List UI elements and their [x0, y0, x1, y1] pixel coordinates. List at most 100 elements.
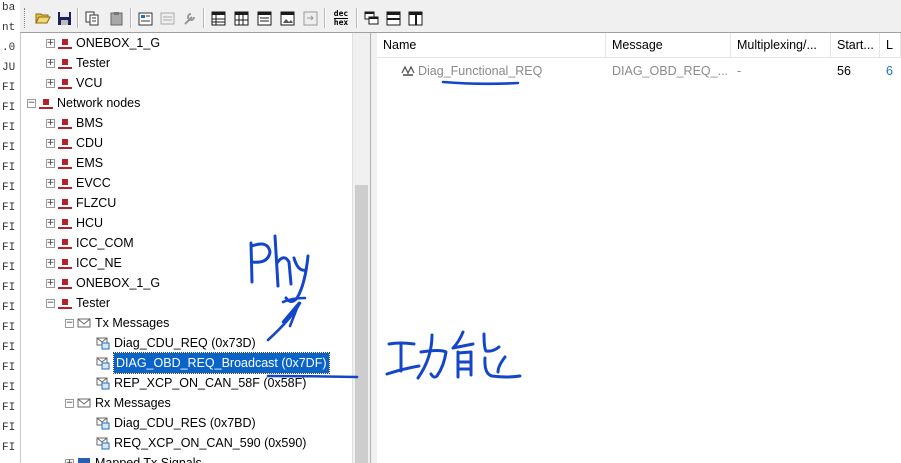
strip-text-line: FI — [2, 182, 16, 194]
collapse-icon[interactable]: − — [65, 398, 74, 408]
tree-scrollbar[interactable] — [352, 33, 370, 463]
tree-item[interactable]: + ICC_COM — [46, 233, 134, 253]
expand-icon[interactable]: + — [46, 238, 55, 248]
strip-text-line: FI — [2, 342, 16, 354]
tree-item-label: REP_XCP_ON_CAN_58F (0x58F) — [114, 376, 307, 390]
strip-text-line: FI — [2, 102, 16, 114]
tree-item[interactable]: DIAG_OBD_REQ_Broadcast (0x7DF) — [84, 352, 330, 374]
open-folder-icon[interactable] — [34, 9, 52, 27]
collapse-icon[interactable]: − — [27, 98, 36, 108]
cell-name: Diag_Functional_REQ — [401, 61, 601, 81]
expand-icon[interactable]: + — [46, 138, 55, 148]
tree-item[interactable]: + EVCC — [46, 173, 111, 193]
strip-text-line: FI — [2, 382, 16, 394]
expand-icon[interactable]: + — [46, 178, 55, 188]
ecu-node-icon — [58, 196, 72, 210]
tree-item[interactable]: + FLZCU — [46, 193, 116, 213]
strip-text-line: FI — [2, 362, 16, 374]
expand-icon[interactable]: + — [46, 158, 55, 168]
tree-item-label: Tester — [76, 56, 111, 70]
strip-text-line: nt — [2, 22, 16, 34]
tree-item-label: Tx Messages — [95, 316, 170, 330]
strip-text-line: ba — [2, 2, 16, 14]
tree-item[interactable]: − Tx Messages — [65, 313, 169, 333]
tree-item[interactable]: − Tester — [46, 293, 110, 313]
ecu-node-icon — [58, 56, 72, 70]
column-header-name[interactable]: Name — [377, 33, 606, 57]
table-view-icon[interactable] — [209, 9, 227, 27]
envelope-icon — [77, 396, 91, 410]
tree-item[interactable]: + HCU — [46, 213, 103, 233]
tree-item[interactable]: Diag_CDU_REQ (0x73D) — [84, 333, 256, 353]
tree-item[interactable]: + ONEBOX_1_G — [46, 33, 160, 53]
column-header-length[interactable]: L — [880, 33, 901, 57]
scrollbar-thumb[interactable] — [355, 185, 368, 463]
strip-text-line: FI — [2, 422, 16, 434]
tree-item[interactable]: + EMS — [46, 153, 103, 173]
tree-item[interactable]: + ICC_NE — [46, 253, 122, 273]
tree-item[interactable]: + BMS — [46, 113, 103, 133]
tree-item[interactable]: + CDU — [46, 133, 103, 153]
expand-icon[interactable]: + — [46, 38, 55, 48]
cell-message: DIAG_OBD_REQ_... — [612, 64, 729, 78]
tree-item[interactable]: − Rx Messages — [65, 393, 171, 413]
dec-hex-icon[interactable]: dec hex — [330, 9, 352, 27]
strip-text-line: FI — [2, 442, 16, 454]
tree-item[interactable]: + VCU — [46, 73, 102, 93]
can-message-icon — [96, 416, 110, 430]
expand-icon[interactable]: + — [46, 118, 55, 128]
signal-list-view[interactable]: Name Message Multiplexing/... Start... L… — [377, 33, 901, 463]
list-header: Name Message Multiplexing/... Start... L — [377, 33, 901, 58]
tree-item-label: FLZCU — [76, 196, 117, 210]
tree-item-label: EVCC — [76, 176, 111, 190]
export-icon[interactable] — [301, 9, 319, 27]
ecu-node-icon — [58, 216, 72, 230]
paste-icon[interactable] — [107, 9, 125, 27]
strip-text-line: FI — [2, 122, 16, 134]
ecu-node-icon — [58, 256, 72, 270]
strip-text-line: FI — [2, 402, 16, 414]
copy-icon[interactable] — [83, 9, 101, 27]
ecu-node-icon — [58, 116, 72, 130]
image-view-icon[interactable] — [278, 9, 296, 27]
toolbar: dec hex — [20, 0, 901, 33]
column-header-start[interactable]: Start... — [831, 33, 880, 57]
ecu-node-icon — [58, 176, 72, 190]
list-view-icon[interactable] — [255, 9, 273, 27]
cell-length: 6 — [886, 64, 893, 78]
tree-item[interactable]: REQ_XCP_ON_CAN_590 (0x590) — [84, 433, 306, 453]
tools-icon[interactable] — [180, 9, 198, 27]
expand-icon[interactable]: + — [46, 58, 55, 68]
tree-item[interactable]: + Tester — [46, 53, 110, 73]
tree-item-label: ONEBOX_1_G — [76, 36, 161, 50]
tree-item[interactable]: + Mapped Tx Signals — [65, 453, 202, 463]
toolbar-grip[interactable] — [24, 8, 28, 28]
collapse-icon[interactable]: − — [46, 298, 55, 308]
expand-icon[interactable]: + — [65, 458, 74, 463]
expand-icon[interactable]: + — [46, 198, 55, 208]
tree-item[interactable]: REP_XCP_ON_CAN_58F (0x58F) — [84, 373, 306, 393]
tree-item[interactable]: Diag_CDU_RES (0x7BD) — [84, 413, 256, 433]
can-message-icon — [96, 376, 110, 390]
tree-item[interactable]: − Network nodes — [27, 93, 140, 113]
column-header-multiplexing[interactable]: Multiplexing/... — [731, 33, 831, 57]
tree-view[interactable]: + ONEBOX_1_G + Tester + VCU − Network nodes + BMS… — [21, 33, 370, 463]
tree-item[interactable]: + ONEBOX_1_G — [46, 273, 160, 293]
properties-icon[interactable] — [136, 9, 154, 27]
expand-icon[interactable]: + — [46, 278, 55, 288]
expand-icon[interactable]: + — [46, 78, 55, 88]
save-icon[interactable] — [55, 9, 73, 27]
column-header-message[interactable]: Message — [606, 33, 731, 57]
expand-icon[interactable]: + — [46, 218, 55, 228]
collapse-icon[interactable]: − — [65, 318, 74, 328]
ecu-node-icon — [39, 96, 53, 110]
vertical-split-icon[interactable] — [406, 9, 424, 27]
horizontal-split-icon[interactable] — [384, 9, 402, 27]
expand-icon[interactable]: + — [46, 258, 55, 268]
strip-text-line: FI — [2, 162, 16, 174]
table-view-2-icon[interactable] — [232, 9, 250, 27]
cascade-icon[interactable] — [362, 9, 380, 27]
disabled-icon[interactable] — [158, 9, 176, 27]
strip-text-line: FI — [2, 142, 16, 154]
strip-text-line: JU — [2, 62, 16, 74]
